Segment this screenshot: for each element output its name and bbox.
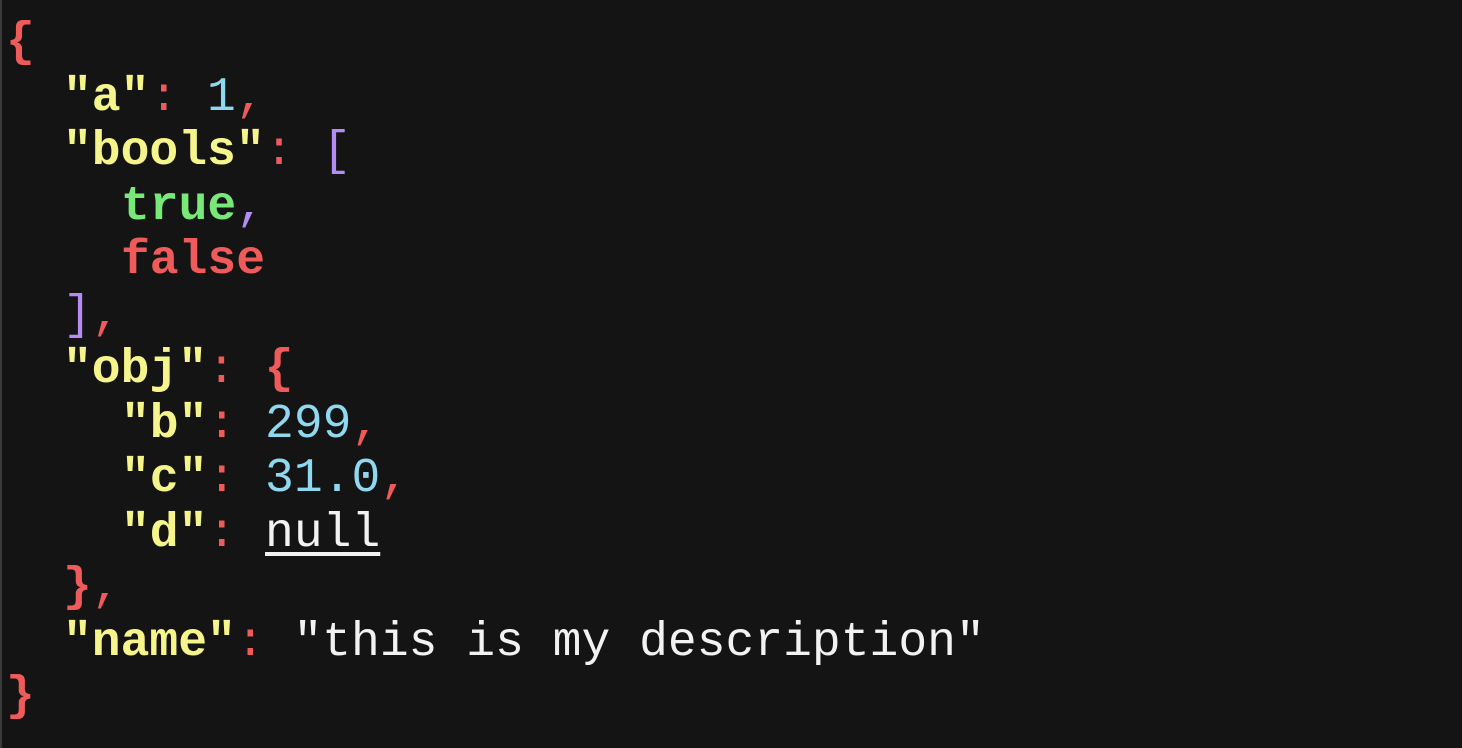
open-bracket: [: [322, 125, 352, 179]
key-bools: "bools": [63, 125, 265, 179]
value-false: false: [121, 234, 266, 288]
open-brace: {: [6, 16, 35, 70]
colon: :: [235, 615, 294, 670]
line-obj-close: },: [6, 561, 985, 616]
colon: :: [207, 452, 266, 506]
line-c: "c": 31.0,: [6, 452, 985, 507]
line-name: "name": "this is my description": [6, 616, 985, 671]
comma: ,: [351, 397, 381, 452]
value-name: "this is my description": [293, 615, 985, 670]
line-close: }: [6, 670, 985, 725]
value-c: 31.0: [265, 452, 381, 506]
line-a: "a": 1,: [6, 71, 985, 126]
colon: :: [207, 343, 265, 397]
colon: :: [149, 70, 208, 125]
line-true: true,: [6, 180, 985, 235]
key-c: "c": [121, 452, 208, 506]
colon: :: [264, 125, 323, 179]
key-d: "d": [121, 506, 208, 561]
key-name: "name": [63, 615, 236, 670]
line-bools-close: ],: [6, 289, 985, 344]
line-open: {: [6, 16, 985, 71]
colon: :: [207, 397, 266, 452]
comma: ,: [380, 452, 410, 506]
key-b: "b": [121, 397, 208, 452]
key-obj: "obj": [63, 343, 208, 397]
value-true: true: [121, 179, 237, 234]
value-a: 1: [207, 70, 236, 125]
colon: :: [207, 506, 266, 561]
key-a: "a": [63, 70, 150, 125]
close-brace: }: [6, 670, 35, 724]
json-output: {"a": 1, "bools": [true, false], "obj": {"b…: [6, 16, 985, 725]
comma: ,: [236, 179, 266, 234]
comma: ,: [91, 561, 121, 615]
obj-close-brace: }: [63, 561, 92, 615]
terminal-window: {"a": 1, "bools": [true, false], "obj": {"b…: [0, 0, 1462, 748]
value-null: null: [265, 506, 381, 561]
obj-open-brace: {: [264, 343, 294, 397]
line-b: "b": 299,: [6, 398, 985, 453]
line-false: false: [6, 234, 985, 289]
line-obj: "obj": {: [6, 343, 985, 398]
comma: ,: [91, 288, 121, 343]
line-d: "d": null: [6, 507, 985, 562]
close-bracket: ]: [63, 288, 92, 343]
value-b: 299: [265, 397, 352, 452]
line-bools: "bools": [: [6, 125, 985, 180]
comma: ,: [235, 70, 265, 125]
